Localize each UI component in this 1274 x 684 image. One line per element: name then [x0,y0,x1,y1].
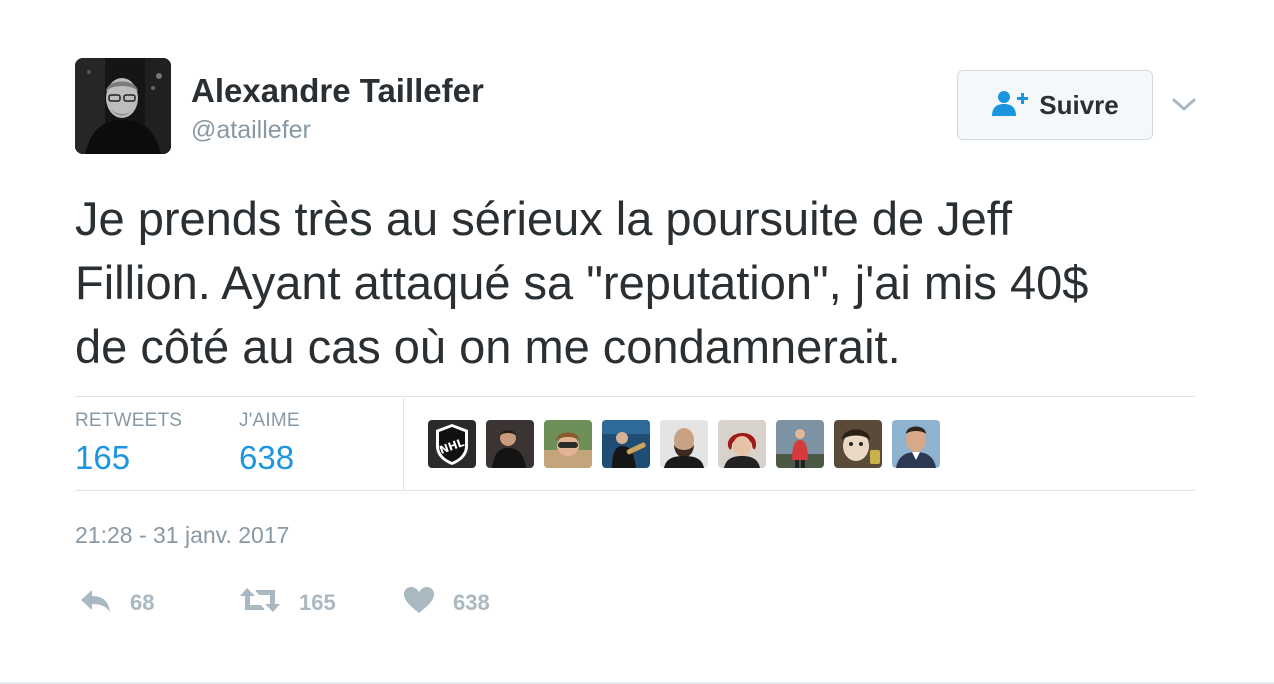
heart-icon [403,586,435,619]
likes-stat[interactable]: J'AIME 638 [239,410,300,477]
liker-avatar-4[interactable] [602,420,650,468]
liker-avatar-8[interactable] [834,420,882,468]
retweet-icon [239,586,281,619]
liker-avatar-3[interactable] [544,420,592,468]
likers-row: NHL [428,420,940,468]
reply-button[interactable]: 68 [78,586,154,619]
retweets-stat[interactable]: RETWEETS 165 [75,410,182,477]
retweets-value: 165 [75,439,131,476]
tweet-timestamp[interactable]: 21:28 - 31 janv. 2017 [75,522,289,549]
retweets-label: RETWEETS [75,410,183,431]
like-button[interactable]: 638 [403,586,490,619]
liker-avatar-5[interactable] [660,420,708,468]
tweet-text: Je prends très au sérieux la poursuite d… [75,192,1089,373]
retweet-count: 165 [299,589,336,615]
stats-divider [403,398,404,490]
liker-avatar-6[interactable] [718,420,766,468]
follow-button[interactable]: Suivre [957,70,1153,140]
liker-avatar-7[interactable] [776,420,824,468]
likes-value: 638 [239,439,295,476]
reply-icon [78,586,112,619]
follow-button-label: Suivre [1039,89,1119,120]
like-count: 638 [453,589,490,615]
author-handle[interactable]: @ataillefer [191,116,311,145]
nhl-logo-avatar[interactable]: NHL [428,420,476,468]
author-avatar[interactable] [75,58,171,154]
divider-bottom [75,490,1195,491]
divider-top [75,396,1195,397]
add-user-icon [991,89,1029,122]
liker-avatar-9[interactable] [892,420,940,468]
author-name[interactable]: Alexandre Taillefer [191,72,484,110]
reply-count: 68 [130,589,155,615]
liker-avatar-2[interactable] [486,420,534,468]
retweet-button[interactable]: 165 [239,586,336,619]
chevron-down-icon[interactable] [1170,92,1198,116]
likes-label: J'AIME [239,410,300,431]
